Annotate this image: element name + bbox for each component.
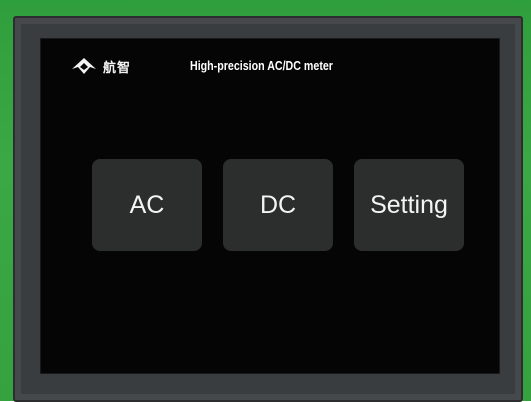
dc-button[interactable]: DC (223, 159, 333, 251)
ac-button[interactable]: AC (92, 159, 202, 251)
header-brand: 航智 (71, 55, 131, 77)
display-screen: 航智 High-precision AC/DC meter AC DC Sett… (40, 38, 500, 374)
brand-name: 航智 (103, 60, 132, 76)
page-title: High-precision AC/DC meter (190, 58, 333, 73)
bird-logo-icon (72, 58, 96, 74)
setting-button[interactable]: Setting (354, 159, 464, 251)
